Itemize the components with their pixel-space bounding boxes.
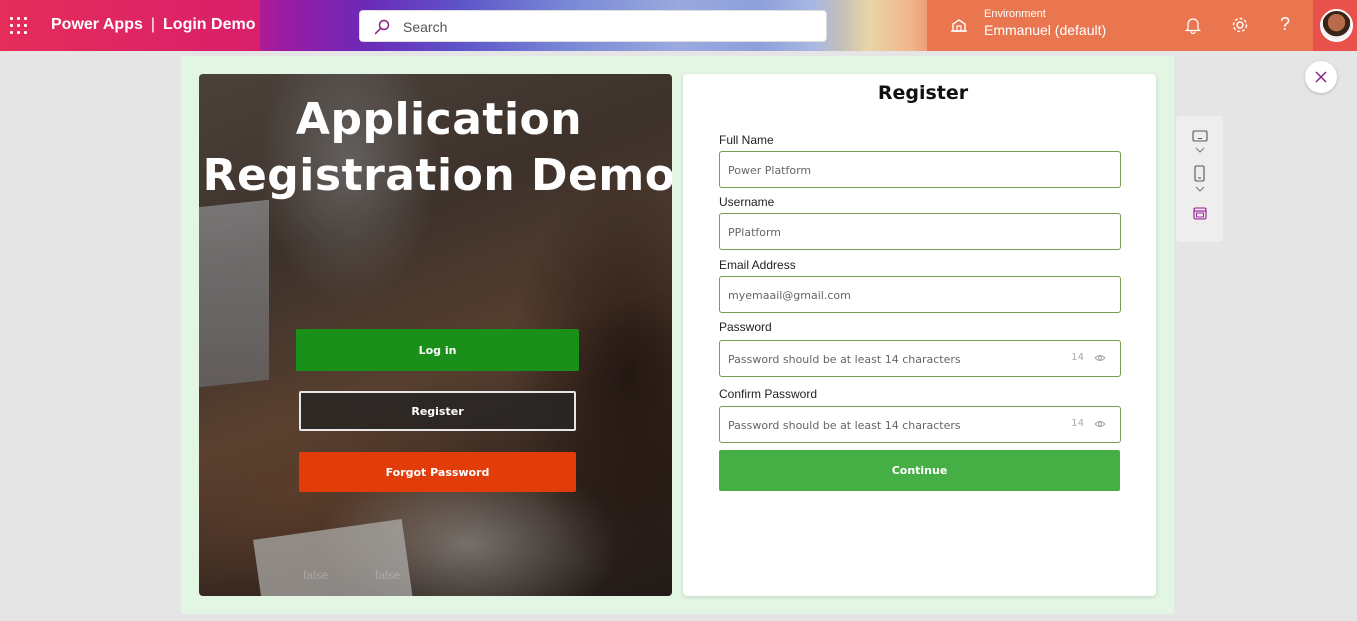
device-tool-rail <box>1176 116 1223 242</box>
chevron-down-icon[interactable] <box>1195 186 1205 192</box>
search-box[interactable] <box>359 10 827 42</box>
close-icon <box>1315 71 1327 83</box>
forgot-password-button[interactable]: Forgot Password <box>299 452 576 492</box>
email-input[interactable] <box>728 286 1058 304</box>
waffle-icon[interactable] <box>10 17 27 34</box>
register-title: Register <box>877 82 969 104</box>
hero-title-line-2: Registration Demo <box>202 150 672 201</box>
environment-label: Environment <box>984 8 1046 20</box>
calendar-icon[interactable] <box>1193 206 1207 220</box>
full-name-input[interactable] <box>728 161 1058 179</box>
help-icon[interactable]: ? <box>1280 14 1298 34</box>
environment-name[interactable]: Emmanuel (default) <box>984 22 1106 38</box>
bell-icon[interactable] <box>1184 16 1202 34</box>
app-name: Power Apps <box>51 16 143 33</box>
tablet-icon[interactable] <box>1192 130 1208 142</box>
continue-button[interactable]: Continue <box>719 450 1120 491</box>
app-title-label: Login Demo <box>163 16 256 33</box>
email-label: Email Address <box>719 258 796 272</box>
avatar[interactable] <box>1320 9 1353 42</box>
environment-icon <box>951 19 967 32</box>
title-separator: | <box>150 16 156 33</box>
register-panel: Register Full Name Username Email Addres… <box>683 74 1156 596</box>
confirm-password-label: Confirm Password <box>719 387 818 401</box>
chevron-down-icon[interactable] <box>1195 147 1205 153</box>
hero-title-line-1: Application <box>295 94 583 145</box>
hidden-label-1: false <box>303 568 329 582</box>
username-field[interactable] <box>719 213 1121 250</box>
eye-icon[interactable] <box>1094 353 1106 363</box>
register-button[interactable]: Register <box>299 391 576 431</box>
eye-icon[interactable] <box>1094 419 1106 429</box>
password-char-counter: 14 <box>1071 352 1084 363</box>
login-button[interactable]: Log in <box>296 329 579 371</box>
confirm-password-input[interactable] <box>728 416 1058 434</box>
close-button[interactable] <box>1305 61 1337 93</box>
gear-icon[interactable] <box>1231 16 1249 34</box>
hidden-label-2: false <box>375 568 401 582</box>
search-icon <box>374 19 390 35</box>
phone-icon[interactable] <box>1194 165 1205 182</box>
hero-title: Application Registration Demo <box>199 92 672 204</box>
email-field[interactable] <box>719 276 1121 313</box>
full-name-field[interactable] <box>719 151 1121 188</box>
app-title[interactable]: Power Apps | Login Demo <box>51 16 255 34</box>
confirm-password-char-counter: 14 <box>1071 418 1084 429</box>
password-input[interactable] <box>728 350 1058 368</box>
password-field[interactable]: 14 <box>719 340 1121 377</box>
password-label: Password <box>719 320 772 334</box>
top-bar: Power Apps | Login Demo Environment Emmanu… <box>0 0 1357 51</box>
confirm-password-field[interactable]: 14 <box>719 406 1121 443</box>
username-label: Username <box>719 195 775 209</box>
full-name-label: Full Name <box>719 133 774 147</box>
search-input[interactable] <box>403 17 803 37</box>
username-input[interactable] <box>728 223 1058 241</box>
